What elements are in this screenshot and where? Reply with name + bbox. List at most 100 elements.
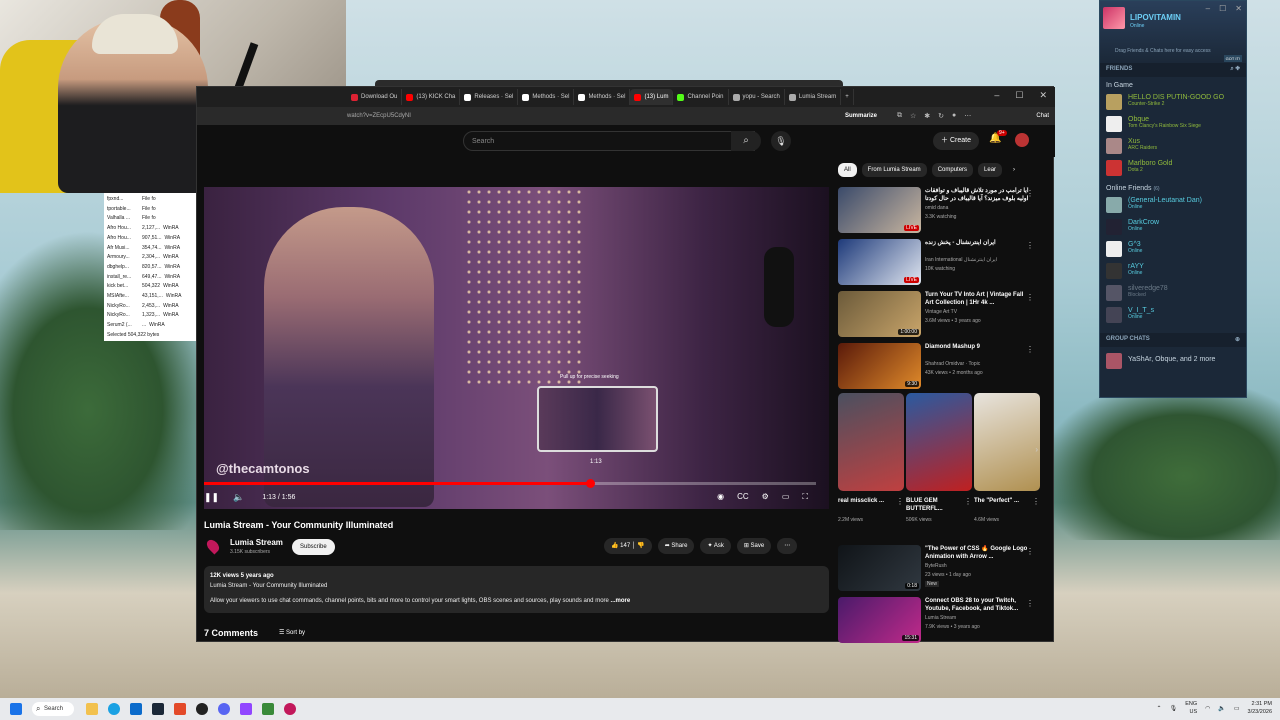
sort-button[interactable]: ☰ Sort by (279, 629, 305, 636)
more-options-icon[interactable]: ⋮ (1026, 293, 1034, 302)
search-icon[interactable]: ⌕ ✚ (1230, 66, 1240, 73)
miniplayer-icon[interactable]: ▭ (782, 492, 790, 502)
video-channel[interactable]: Iran International ایران اینترنشنال (925, 257, 997, 263)
subscribe-button[interactable]: Subscribe (292, 539, 335, 555)
more-options-icon[interactable]: ⋮ (896, 497, 904, 506)
puzzle-icon[interactable]: ✱ (924, 112, 930, 120)
video-title[interactable]: آیا ترامپ در مورد تلاش قالیباف و توافقات… (925, 187, 1030, 203)
account-avatar[interactable] (1015, 133, 1029, 147)
add-group-icon[interactable]: ⊕ (1235, 336, 1240, 343)
video-channel[interactable]: Vintage Art TV (925, 309, 957, 315)
new-tab-icon[interactable]: + (841, 89, 854, 105)
steam-username[interactable]: LIPOVITAMIN (1130, 13, 1181, 22)
captions-icon[interactable]: CC (737, 492, 749, 502)
sidebar-video[interactable]: 15:31 Connect OBS 28 to your Twitch, Yout… (838, 595, 1038, 646)
friend-item[interactable]: G^3 Online (1100, 239, 1246, 261)
friend-item[interactable]: Marlboro Gold Dota 2 (1100, 158, 1246, 180)
create-button[interactable]: ＋ Create (933, 132, 979, 150)
filter-chip[interactable]: Computers (931, 163, 974, 177)
description-box[interactable]: 12K views 5 years ago Lumia Stream - You… (204, 566, 829, 613)
file-row[interactable]: Armoury... 2,304,... WinRA (107, 253, 194, 263)
browser-tab[interactable]: Methods · Sel (518, 89, 575, 105)
sidebar-video[interactable]: LIVE ایران اینترنشنال - پخش زنده Iran Inte… (838, 237, 1038, 288)
summarize-button[interactable]: Summarize (845, 113, 877, 119)
friend-item[interactable]: Obque Tom Clancy's Rainbow Six Siege (1100, 114, 1246, 136)
file-row[interactable]: install_re... 649,47... WinRA (107, 273, 194, 283)
browser-tab[interactable]: Releases · Sel (460, 89, 519, 105)
file-row[interactable]: NickyRo... 1,323,... WinRA (107, 311, 194, 321)
video-channel[interactable]: Shahrad Omidvar · Topic (925, 361, 980, 367)
profile-icon[interactable]: ● (952, 112, 956, 120)
more-options-icon[interactable]: ⋮ (1026, 345, 1034, 354)
channel-logo-icon[interactable] (204, 537, 222, 555)
close-icon[interactable]: ✕ (1235, 4, 1242, 13)
more-actions-icon[interactable]: ⋯ (777, 538, 798, 554)
chip-next-icon[interactable]: › (1007, 163, 1021, 177)
minimize-icon[interactable]: – (1206, 4, 1210, 13)
video-channel[interactable]: ByteRush (925, 563, 947, 569)
copilot-chat-button[interactable]: Chat (1036, 113, 1049, 119)
tray-chevron-icon[interactable]: ⌃ (1157, 705, 1162, 712)
video-thumbnail[interactable]: LIVE (838, 239, 921, 285)
video-thumbnail[interactable]: LIVE (838, 187, 921, 233)
progress-bar[interactable] (204, 479, 816, 488)
more-options-icon[interactable]: ⋮ (1026, 241, 1034, 250)
edge-icon[interactable] (108, 703, 120, 715)
extension-icon[interactable]: ⧉ (897, 112, 902, 120)
maximize-icon[interactable]: ☐ (1219, 4, 1226, 13)
short-thumbnail[interactable] (838, 393, 904, 491)
obs-icon[interactable] (196, 703, 208, 715)
voice-search-icon[interactable]: 🎙 (771, 131, 791, 151)
video-title[interactable]: Connect OBS 28 to your Twitch, Youtube, … (925, 597, 1030, 613)
friend-item[interactable]: rAYY Online (1100, 261, 1246, 283)
file-row[interactable]: Afro Hou... 907,51... WinRA (107, 234, 194, 244)
refresh-icon[interactable]: ↻ (938, 112, 944, 120)
friend-item[interactable]: HELLO DIS PUTIN-GOOD GO Counter-Strike 2 (1100, 92, 1246, 114)
video-thumbnail[interactable]: 9:30 (838, 343, 921, 389)
browser-tab[interactable]: yopu - Search (729, 89, 785, 105)
file-explorer-icon[interactable] (86, 703, 98, 715)
maximize-icon[interactable]: ☐ (1015, 90, 1023, 101)
sidebar-video[interactable]: LIVE آیا ترامپ در مورد تلاش قالیباف و توا… (838, 185, 1038, 236)
sidebar-video[interactable]: 9:30 Diamond Mashup 9 Shahrad Omidvar · To… (838, 341, 1038, 392)
description-more-link[interactable]: ...more (611, 598, 631, 604)
file-row[interactable]: kick bet... 504,322 WinRA (107, 282, 194, 292)
ask-button[interactable]: ✦ Ask (700, 538, 731, 554)
video-title[interactable]: ایران اینترنشنال - پخش زنده (925, 239, 1030, 247)
file-row[interactable]: dbghelp... 820,57... WinRA (107, 263, 194, 273)
more-options-icon[interactable]: ⋮ (1026, 599, 1034, 608)
filter-chip[interactable]: Lear (978, 163, 1003, 177)
friend-item[interactable]: Xus ARC Raiders (1100, 136, 1246, 158)
got-it-button[interactable]: GOT IT! (1223, 55, 1242, 62)
more-options-icon[interactable]: ⋮ (964, 497, 972, 506)
file-row[interactable]: tportable... File fo (107, 205, 194, 215)
browser-tab[interactable]: Lumia Stream (785, 89, 842, 105)
filter-chip[interactable]: All (838, 163, 857, 177)
browser-tab[interactable]: Download Ou (347, 89, 403, 105)
lumia-icon[interactable] (284, 703, 296, 715)
battery-icon[interactable]: ▭ (1234, 705, 1240, 712)
file-row[interactable]: fpxnd... File fo (107, 195, 194, 205)
autoplay-toggle-icon[interactable]: ◉ (717, 492, 724, 502)
windows-start-icon[interactable] (10, 703, 22, 715)
browser-tab[interactable]: (13) KICK Cha (402, 89, 461, 105)
close-icon[interactable]: ✕ (1039, 90, 1047, 101)
pause-icon[interactable]: ❚❚ (204, 492, 219, 503)
volume-icon[interactable]: 🔈 (233, 492, 244, 503)
browser-tab[interactable]: Methods · Sel (574, 89, 631, 105)
short-title[interactable]: real missclick ... (838, 497, 896, 505)
twitch-icon[interactable] (240, 703, 252, 715)
short-thumbnail[interactable] (974, 393, 1040, 491)
video-title[interactable]: "The Power of CSS 🔥 Google Logo Animatio… (925, 545, 1030, 561)
video-thumbnail[interactable]: 15:31 (838, 597, 921, 643)
file-row[interactable]: Valhalla ... File fo (107, 214, 194, 224)
sidebar-video[interactable]: 1:00:00 Turn Your TV Into Art | Vintage F… (838, 289, 1038, 340)
file-row[interactable]: MSIAfte... 43,151,... WinRA (107, 292, 194, 302)
shorts-next-icon[interactable]: › (1035, 445, 1038, 454)
group-chat-item[interactable]: YaShAr, Obque, and 2 more (1100, 351, 1246, 373)
video-channel[interactable]: omid dana (925, 205, 948, 211)
more-options-icon[interactable]: ⋮ (1026, 189, 1034, 198)
friend-item[interactable]: V_I_T_s Online (1100, 305, 1246, 327)
mic-tray-icon[interactable]: 🎙 (1170, 705, 1178, 712)
browser-tab[interactable]: (13) Lum (630, 89, 674, 105)
